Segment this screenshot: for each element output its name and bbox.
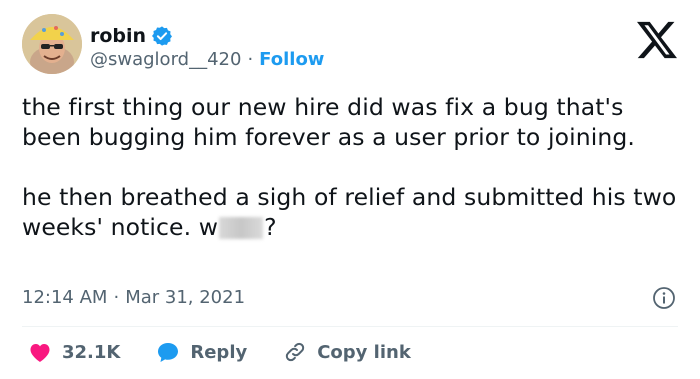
separator-dot: · [113,287,120,308]
tweet-text: the first thing our new hire did was fix… [22,92,686,242]
tweet-body: the first thing our new hire did was fix… [22,93,677,241]
handle[interactable]: @swaglord__420 [90,49,241,70]
tweet-header: robin @swaglord__420 · Follow [22,14,682,78]
handle-row: @swaglord__420 · Follow [90,49,324,70]
censored-blur [219,217,264,239]
tweet-time[interactable]: 12:14 AM [22,287,107,308]
verified-badge-icon [152,26,173,46]
heart-icon [30,344,50,362]
reply-label: Reply [190,341,248,363]
like-count: 32.1K [62,341,121,363]
reply-bubble-icon [158,343,179,362]
avatar[interactable] [22,14,82,74]
reply-button[interactable]: Reply [156,341,247,363]
link-icon [286,342,305,362]
tweet-text-tail: ? [264,213,277,241]
like-button[interactable]: 32.1K [28,341,120,363]
divider [22,326,678,327]
x-logo-icon[interactable] [635,20,679,60]
follow-button[interactable]: Follow [259,49,324,70]
display-name[interactable]: robin [90,25,146,47]
action-bar: 32.1K Reply Copy link [28,340,447,364]
copy-link-label: Copy link [317,341,411,363]
copy-link-button[interactable]: Copy link [283,340,411,364]
name-row: robin [90,23,173,49]
tweet-date[interactable]: Mar 31, 2021 [125,287,245,308]
separator-dot: · [247,49,254,70]
avatar-image [22,14,82,74]
info-icon[interactable] [652,286,676,310]
timestamp[interactable]: 12:14 AM · Mar 31, 2021 [22,287,245,308]
